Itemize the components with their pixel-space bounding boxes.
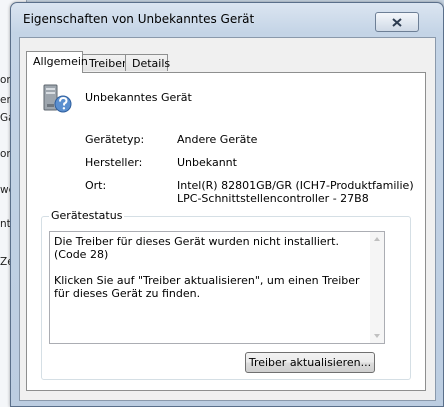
tab-panel-allgemein: Unbekanntes Gerät Gerätetyp: Andere Gerä… — [26, 72, 426, 391]
device-type-value: Andere Geräte — [177, 133, 258, 146]
location-value: Intel(R) 82801GB/GR (ICH7-Produktfamilie… — [177, 179, 414, 205]
unknown-device-icon — [41, 83, 75, 118]
dialog-title: Eigenschaften von Unbekanntes Gerät — [23, 12, 255, 26]
device-name: Unbekanntes Gerät — [85, 91, 192, 104]
device-status-group: Gerätestatus Die Treiber für dieses Gerä… — [41, 209, 411, 380]
device-status-text: Die Treiber für dieses Gerät wurden nich… — [54, 235, 360, 300]
device-type-label: Gerätetyp: — [85, 133, 145, 146]
scroll-down-arrow-icon[interactable] — [374, 334, 380, 338]
status-scrollbar[interactable] — [370, 232, 384, 343]
location-label: Ort: — [85, 179, 107, 192]
device-status-textbox[interactable]: Die Treiber für dieses Gerät wurden nich… — [49, 231, 385, 344]
device-status-label: Gerätestatus — [49, 209, 125, 222]
close-button[interactable] — [375, 12, 419, 32]
properties-dialog: Eigenschaften von Unbekanntes Gerät Allg… — [10, 2, 444, 407]
manufacturer-label: Hersteller: — [85, 156, 143, 169]
tab-treiber[interactable]: Treiber — [82, 54, 126, 71]
tab-allgemein[interactable]: Allgemein — [26, 51, 88, 73]
scroll-up-arrow-icon[interactable] — [374, 237, 380, 241]
close-icon — [392, 17, 402, 27]
tab-details[interactable]: Details — [125, 54, 170, 71]
dialog-client-area: Allgemein Treiber Details Unbekanntes Ge… — [19, 37, 436, 401]
manufacturer-value: Unbekannt — [177, 156, 237, 169]
update-driver-button[interactable]: Treiber aktualisieren... — [245, 352, 375, 373]
